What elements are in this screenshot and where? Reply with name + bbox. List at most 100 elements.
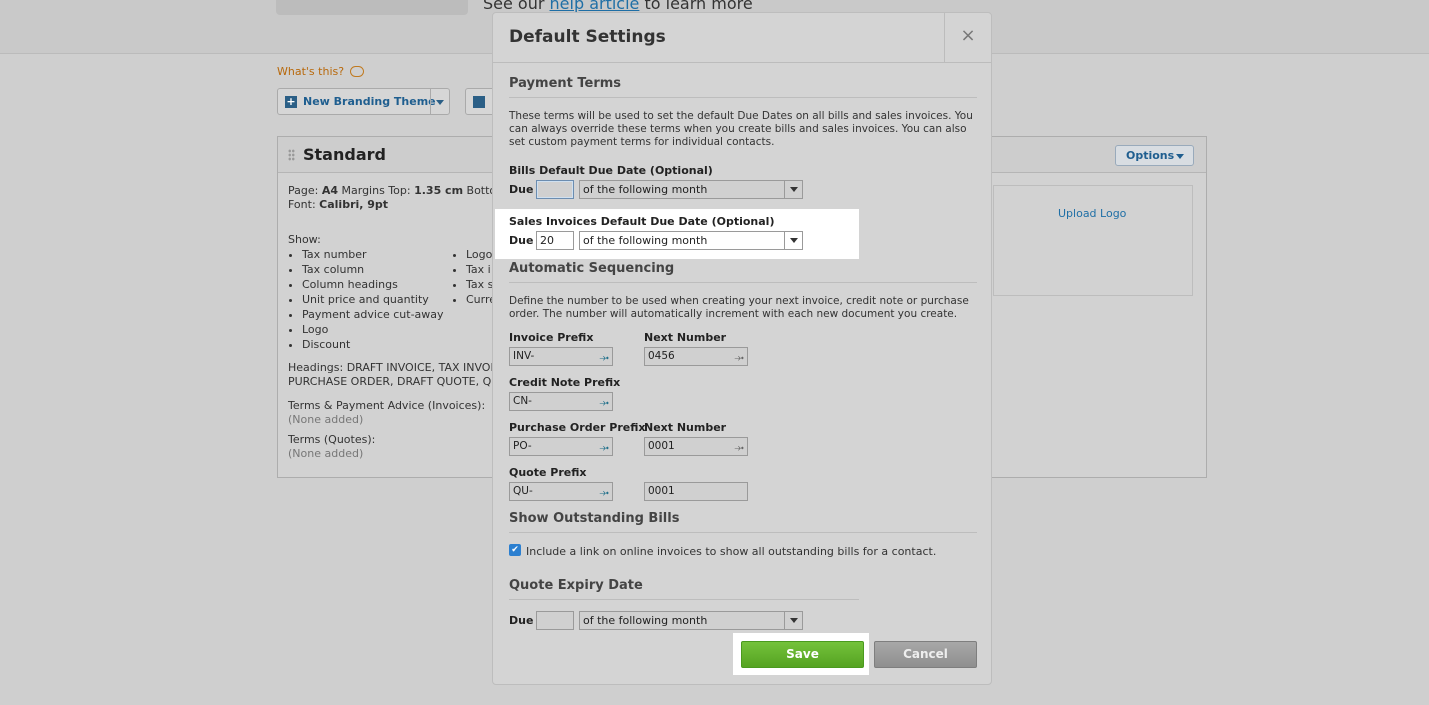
- pin-icon[interactable]: ⤞: [599, 486, 609, 498]
- page-label: Page:: [288, 184, 322, 197]
- pin-icon[interactable]: ⤞: [734, 351, 744, 363]
- font-label: Font:: [288, 198, 320, 211]
- invoice-next-number-input[interactable]: 0456 ⤞: [644, 347, 748, 366]
- chevron-down-icon: [1176, 154, 1184, 159]
- invoice-prefix-label: Invoice Prefix: [509, 331, 594, 344]
- credit-note-prefix-value: CN-: [513, 395, 532, 407]
- options-label[interactable]: Options: [1126, 149, 1174, 162]
- bills-due-select[interactable]: of the following month: [579, 180, 803, 199]
- credit-note-prefix-input[interactable]: CN- ⤞: [509, 392, 613, 411]
- margins-label: Margins Top:: [338, 184, 415, 197]
- headings-line-2: PURCHASE ORDER, DRAFT QUOTE, QUOT: [288, 375, 515, 388]
- quote-expiry-due-label: Due: [509, 614, 534, 627]
- quote-prefix-input[interactable]: QU- ⤞: [509, 482, 613, 501]
- theme-title: Standard: [303, 145, 386, 164]
- theme-page-info: Page: A4 Margins Top: 1.35 cm Bottom: Fo…: [288, 184, 511, 212]
- save-button[interactable]: Save: [741, 641, 864, 668]
- po-next-number-value: 0001: [648, 440, 675, 452]
- list-item: Unit price and quantity: [302, 292, 444, 307]
- purchase-order-prefix-label: Purchase Order Prefix: [509, 421, 646, 434]
- speech-bubble-icon: [350, 66, 365, 77]
- chevron-down-icon[interactable]: [784, 232, 802, 249]
- list-item: Column headings: [302, 277, 444, 292]
- options-button[interactable]: Options: [1115, 145, 1194, 166]
- list-item: Payment advice cut-away: [302, 307, 444, 322]
- show-list: Tax number Tax column Column headings Un…: [288, 247, 444, 352]
- pin-icon[interactable]: ⤞: [599, 441, 609, 453]
- invoice-next-number-label: Next Number: [644, 331, 727, 344]
- show-label: Show:: [288, 233, 321, 246]
- new-branding-theme-label[interactable]: New Branding Theme: [303, 95, 436, 108]
- terms-quotes-label: Terms (Quotes):: [288, 433, 376, 446]
- purchase-order-prefix-value: PO-: [513, 440, 532, 452]
- whats-this-label[interactable]: What's this?: [277, 65, 344, 78]
- list-item: Logo: [302, 322, 444, 337]
- quote-next-number-input[interactable]: 0001: [644, 482, 748, 501]
- whats-this-link[interactable]: What's this?: [277, 65, 365, 78]
- terms-invoices: Terms & Payment Advice (Invoices): (None…: [288, 399, 485, 427]
- sales-due-select[interactable]: of the following month: [579, 231, 803, 250]
- plus-icon: +: [285, 95, 297, 108]
- automatic-sequencing-heading: Automatic Sequencing: [509, 261, 977, 283]
- play-icon: [473, 96, 485, 108]
- purchase-order-prefix-input[interactable]: PO- ⤞: [509, 437, 613, 456]
- bills-due-input[interactable]: [536, 180, 574, 199]
- terms-invoices-value: (None added): [288, 413, 364, 426]
- show-list-2: Logo Tax i Tax s Curre: [452, 247, 496, 307]
- quote-expiry-heading: Quote Expiry Date: [509, 578, 859, 600]
- quote-prefix-value: QU-: [513, 485, 533, 497]
- list-item: Tax column: [302, 262, 444, 277]
- sales-due-select-value: of the following month: [583, 234, 708, 247]
- pin-icon[interactable]: ⤞: [734, 441, 744, 453]
- quote-expiry-select-value: of the following month: [583, 614, 708, 627]
- pin-icon[interactable]: ⤞: [599, 351, 609, 363]
- new-branding-theme-button[interactable]: + New Branding Theme: [277, 88, 450, 115]
- terms-invoices-label: Terms & Payment Advice (Invoices):: [288, 399, 486, 412]
- bills-due-label: Due: [509, 183, 534, 196]
- bills-due-date-label: Bills Default Due Date (Optional): [509, 164, 713, 177]
- terms-quotes: Terms (Quotes): (None added): [288, 433, 375, 461]
- invoice-next-number-value: 0456: [648, 350, 675, 362]
- logo-area: [993, 185, 1193, 296]
- invoice-prefix-value: INV-: [513, 350, 535, 362]
- search-box[interactable]: [276, 0, 468, 15]
- font-value: Calibri, 9pt: [319, 198, 389, 211]
- headings-line-1: Headings: DRAFT INVOICE, TAX INVOICE,: [288, 361, 512, 374]
- list-item: Discount: [302, 337, 444, 352]
- cancel-button[interactable]: Cancel: [874, 641, 977, 668]
- chevron-down-icon[interactable]: [784, 181, 802, 198]
- chevron-down-icon[interactable]: [784, 612, 802, 629]
- show-outstanding-bills-heading: Show Outstanding Bills: [509, 511, 977, 533]
- payment-terms-heading: Payment Terms: [509, 76, 977, 98]
- sales-due-input[interactable]: [536, 231, 574, 250]
- outstanding-bills-checkbox[interactable]: ✔: [509, 544, 521, 556]
- upload-theme-button[interactable]: [465, 88, 495, 115]
- outstanding-bills-checkbox-label[interactable]: Include a link on online invoices to sho…: [526, 545, 936, 558]
- button-divider: [430, 89, 431, 114]
- page-size-value: A4: [321, 184, 339, 197]
- default-settings-modal: Default Settings × Payment Terms These t…: [492, 12, 992, 685]
- headings-text: Headings: DRAFT INVOICE, TAX INVOICE, PU…: [288, 361, 515, 389]
- credit-note-prefix-label: Credit Note Prefix: [509, 376, 621, 389]
- quote-expiry-due-input[interactable]: [536, 611, 574, 630]
- margin-top-value: 1.35 cm: [414, 184, 464, 197]
- quote-prefix-label: Quote Prefix: [509, 466, 587, 479]
- sales-due-date-label: Sales Invoices Default Due Date (Optiona…: [509, 215, 775, 228]
- drag-handle-icon[interactable]: [288, 149, 295, 161]
- po-next-number-input[interactable]: 0001 ⤞: [644, 437, 748, 456]
- modal-title: Default Settings: [509, 27, 666, 47]
- upload-logo-link[interactable]: Upload Logo: [1058, 207, 1126, 220]
- payment-terms-description: These terms will be used to set the defa…: [509, 110, 973, 148]
- quote-next-number-value: 0001: [648, 485, 675, 497]
- po-next-number-label: Next Number: [644, 421, 727, 434]
- terms-quotes-value: (None added): [288, 447, 364, 460]
- list-item: Tax number: [302, 247, 444, 262]
- chevron-down-icon[interactable]: [436, 100, 444, 105]
- bills-due-select-value: of the following month: [583, 183, 708, 196]
- pin-icon[interactable]: ⤞: [599, 396, 609, 408]
- invoice-prefix-input[interactable]: INV- ⤞: [509, 347, 613, 366]
- quote-expiry-select[interactable]: of the following month: [579, 611, 803, 630]
- sales-due-label: Due: [509, 234, 534, 247]
- close-icon[interactable]: ×: [944, 13, 991, 62]
- sequencing-description: Define the number to be used when creati…: [509, 295, 969, 320]
